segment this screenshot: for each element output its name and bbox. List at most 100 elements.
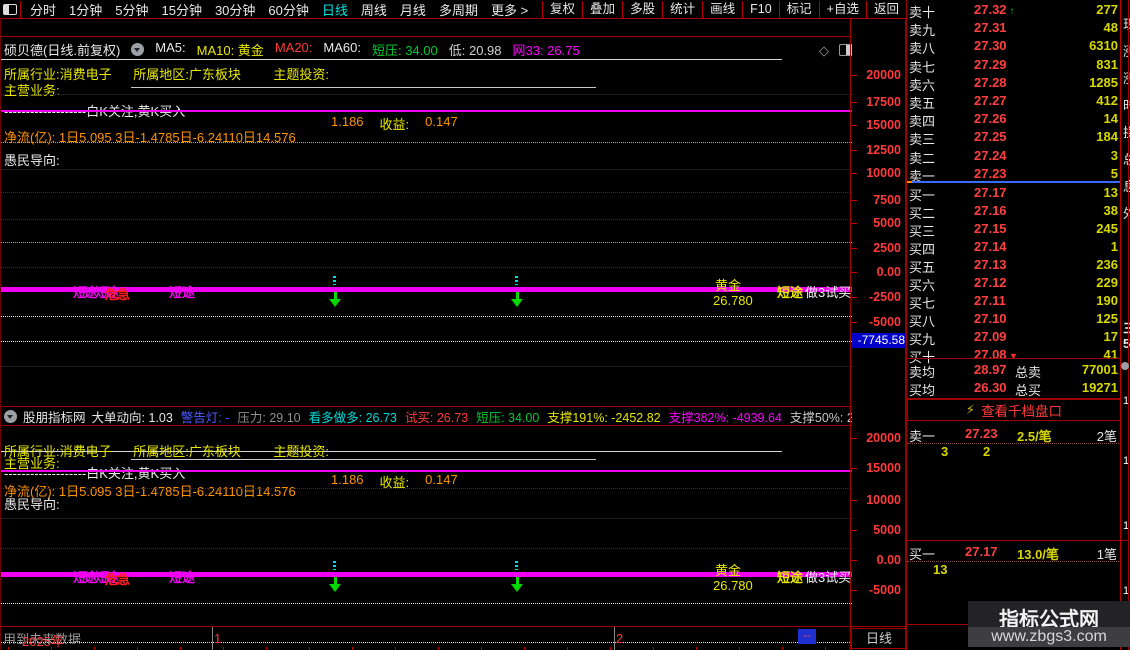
- band-text-alert: 危急: [105, 572, 130, 587]
- sell-row-10[interactable]: 卖十 27.32 ↑ 277: [907, 2, 1121, 20]
- watermark-url: www.zbgs3.com: [968, 627, 1130, 647]
- axis-tick: [851, 150, 857, 151]
- buy-row-6[interactable]: 买六 27.12 229: [907, 275, 1121, 293]
- legend-segment: 短压: 34.00: [476, 410, 540, 425]
- legend-segment: MA10: 黄金: [196, 43, 264, 58]
- menu-item-30分钟[interactable]: 30分钟: [215, 0, 255, 19]
- sell-row-7[interactable]: 卖七 27.29 831: [907, 57, 1121, 75]
- signal-text: -------------------白K关注,黄K买入: [4, 466, 186, 481]
- legend-segment: 低: 20.98: [448, 43, 502, 58]
- sell-row-9[interactable]: 卖九 27.31 48: [907, 20, 1121, 38]
- sell-row-2[interactable]: 卖二 27.24 3: [907, 148, 1121, 166]
- axis-tick: [851, 322, 857, 323]
- axis-highlight-value: -7745.58: [852, 333, 907, 348]
- band-tag-white: 做3试买: [805, 570, 852, 585]
- menu-item-60分钟[interactable]: 60分钟: [268, 0, 308, 19]
- legend-segment: 支撑50%: 27.49: [789, 410, 852, 425]
- menu-item-多股[interactable]: 多股: [622, 0, 662, 18]
- ma-legend: MA5: MA10: 黄金 MA20: MA60: 短压: 34.00 低: 20.98 网…: [155, 40, 579, 59]
- gold-label: 黄金: [715, 278, 742, 293]
- menu-item-分时[interactable]: 分时: [30, 0, 56, 19]
- menu-item-+自选[interactable]: +自选: [818, 0, 866, 18]
- period-label[interactable]: 日线: [851, 628, 907, 649]
- axis-tick-label: 20000: [866, 431, 901, 445]
- menu-item-复权[interactable]: 复权: [542, 0, 582, 18]
- chart-frame: 硕贝德(日线.前复权) MA5: MA10: 黄金 MA20: MA60: 短压: 34…: [0, 18, 852, 650]
- lightning-icon: ⚡: [965, 402, 976, 417]
- legend-segment: MA20:: [274, 40, 313, 55]
- trading-terminal: 分时 1分钟 5分钟 15分钟 30分钟 60分钟 日线 周线 月线 多周期 更多 > 复权 叠加 多股…: [0, 0, 1130, 650]
- sell-row-5[interactable]: 卖五 27.27 412: [907, 93, 1121, 111]
- axis-tick-label: -5000: [869, 583, 901, 597]
- diamond-icon[interactable]: ◇: [819, 43, 829, 59]
- buy-row-1[interactable]: 买一 27.17 13: [907, 185, 1121, 203]
- axis-tick-label: 20000: [866, 68, 901, 82]
- timeline-bar[interactable]: 2025年 -- 1 2: [0, 626, 907, 650]
- sell-row-4[interactable]: 卖四 27.26 14: [907, 111, 1121, 129]
- band-text-mid: 短途: [169, 570, 196, 585]
- axis-tick-label: 0.00: [876, 553, 901, 567]
- menu-item-画线[interactable]: 画线: [702, 0, 742, 18]
- axis-tick: [851, 468, 857, 469]
- sell-row-6[interactable]: 卖六 27.28 1285: [907, 75, 1121, 93]
- watermark: 指标公式网 www.zbgs3.com: [968, 601, 1130, 647]
- menu-item-月线[interactable]: 月线: [400, 0, 426, 19]
- view-depth-button[interactable]: ⚡ 查看千档盘口: [907, 399, 1121, 421]
- chevron-circle-icon[interactable]: [1121, 362, 1129, 370]
- chevron-circle-icon[interactable]: [131, 43, 145, 56]
- menu-item-日线[interactable]: 日线: [322, 0, 348, 19]
- buy-row-2[interactable]: 买二 27.16 38: [907, 203, 1121, 221]
- menu-item-5分钟[interactable]: 5分钟: [115, 0, 148, 19]
- buy-row-8[interactable]: 买八 27.10 125: [907, 311, 1121, 329]
- timeline-mark: 1: [214, 631, 222, 646]
- gold-value: 26.780: [713, 578, 753, 593]
- menu-item-返回[interactable]: 返回: [865, 0, 906, 18]
- buy-row-3[interactable]: 买三 27.15 245: [907, 221, 1121, 239]
- timeline-year: 2025年: [22, 634, 64, 649]
- menu-item-多周期[interactable]: 多周期: [439, 0, 478, 19]
- legend-segment: 支撑382%: -4939.64: [668, 410, 782, 425]
- menu-item-标记[interactable]: 标记: [778, 0, 819, 18]
- indicator-source: 股朋指标网: [23, 410, 86, 425]
- legend-segment: 试买: 26.73: [404, 410, 469, 425]
- axis-tick: [851, 125, 857, 126]
- legend-segment: 网33: 26.75: [512, 43, 580, 58]
- indicator-values: 大单动向: 1.03 警告灯: - 压力: 29.10 看多做多: 26.73 试买: …: [92, 407, 852, 425]
- band-text-alert: 危急: [105, 287, 130, 302]
- gridline: [1, 548, 852, 549]
- window-split-icon[interactable]: [0, 0, 21, 18]
- gain-row: 1.186 收益: 0.147: [331, 114, 458, 133]
- sentiment-label: 愚民导向:: [4, 153, 60, 168]
- signal-band: 短途短途 危急 短途 黄金 26.780 短途 做3试买: [1, 276, 852, 314]
- gridline: [1, 267, 852, 268]
- menu-item-周线[interactable]: 周线: [361, 0, 387, 19]
- buy-row-9[interactable]: 买九 27.09 17: [907, 329, 1121, 347]
- business-label: 主营业务:: [4, 83, 60, 98]
- gold-label: 黄金: [715, 563, 742, 578]
- menu-item-F10[interactable]: F10: [742, 0, 779, 18]
- gridline: [1, 603, 852, 604]
- sell-arrow-icon: [511, 292, 523, 307]
- buy-row-4[interactable]: 买四 27.14 1: [907, 239, 1121, 257]
- timeline-scroll-box[interactable]: --: [798, 629, 816, 644]
- menu-item-15分钟[interactable]: 15分钟: [161, 0, 201, 19]
- gridline: [1, 366, 852, 367]
- gridline: [1, 94, 852, 95]
- chevron-circle-icon[interactable]: [4, 409, 17, 423]
- period-menu: 分时 1分钟 5分钟 15分钟 30分钟 60分钟 日线 周线 月线 多周期 更多 >: [30, 0, 528, 19]
- sell-row-3[interactable]: 卖三 27.25 184: [907, 129, 1121, 147]
- timeline-mark: 2: [616, 631, 624, 646]
- sell-row-8[interactable]: 卖八 27.30 6310: [907, 38, 1121, 56]
- gain-value2: 0.147: [425, 114, 458, 129]
- menu-item-1分钟[interactable]: 1分钟: [69, 0, 102, 19]
- buy-row-5[interactable]: 买五 27.13 236: [907, 257, 1121, 275]
- menu-item-更多 >[interactable]: 更多 >: [491, 0, 528, 19]
- axis-tick: [851, 223, 857, 224]
- menu-item-叠加[interactable]: 叠加: [582, 0, 622, 18]
- order-book-panel: 卖十 27.32 ↑ 277 卖九 27.31 48 卖八 27.30 6310 卖七 27.29 8…: [906, 0, 1130, 650]
- buy-row-7[interactable]: 买七 27.11 190: [907, 293, 1121, 311]
- sell-arrow-icon: [511, 577, 523, 592]
- menu-item-统计[interactable]: 统计: [662, 0, 702, 18]
- buy-average-row: 买均 26.30 总买 19271: [909, 380, 1118, 398]
- sell1-detail-row: 卖一 27.23 2.5/笔 2笔: [907, 426, 1121, 444]
